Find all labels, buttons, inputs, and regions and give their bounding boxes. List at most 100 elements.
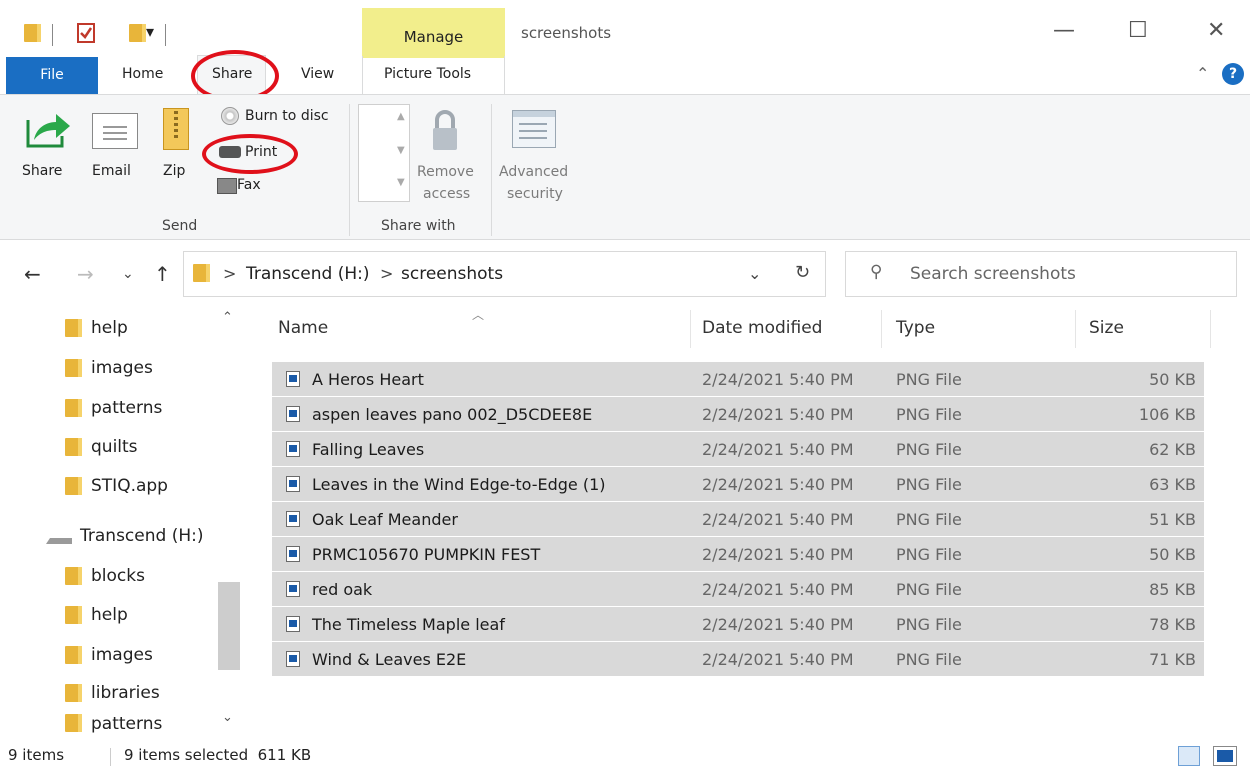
folder-icon [65,606,82,624]
nav-item-images[interactable]: images [55,637,153,673]
file-row[interactable]: A Heros Heart 2/24/2021 5:40 PM PNG File 50… [272,362,1204,396]
send-group-label: Send [162,218,198,234]
column-separator[interactable] [881,310,882,348]
advanced-security-label-2: security [507,186,563,202]
column-header-type[interactable]: Type [896,318,935,338]
properties-check-icon[interactable] [77,23,95,43]
breadcrumb-folder[interactable]: screenshots [401,264,503,284]
folder-icon [193,264,210,282]
png-file-icon [286,546,300,562]
column-separator[interactable] [690,310,691,348]
remove-access-label-2: access [423,186,471,202]
png-file-icon [286,616,300,632]
expand-icon[interactable]: ▼ [397,177,405,188]
folder-icon [65,359,82,377]
column-header-date[interactable]: Date modified [702,318,822,338]
close-button[interactable]: ✕ [1207,18,1225,43]
folder-icon [65,714,82,732]
tab-picture-tools[interactable]: Picture Tools [384,66,471,82]
new-folder-icon[interactable] [129,24,147,42]
scroll-up-icon[interactable]: ⌃ [222,310,233,325]
annotation-circle-print [202,134,298,174]
nav-item-transcend-drive[interactable]: Transcend (H:) [32,518,203,554]
column-separator[interactable] [1075,310,1076,348]
share-arrow-icon [24,106,72,154]
breadcrumb-separator: > [380,264,394,283]
breadcrumb-separator: > [223,264,237,283]
refresh-icon[interactable]: ↻ [795,262,810,283]
status-separator [110,748,111,766]
large-icons-view-icon[interactable] [1213,746,1237,766]
up-icon[interactable]: ↑ [154,262,171,286]
email-icon [92,113,138,149]
file-row[interactable]: red oak 2/24/2021 5:40 PM PNG File 85 KB [272,572,1204,606]
file-row[interactable]: Falling Leaves 2/24/2021 5:40 PM PNG File 6… [272,432,1204,466]
share-with-group-label: Share with [381,218,456,234]
back-icon[interactable]: ← [24,262,41,286]
email-button[interactable]: Email [92,163,131,179]
zip-button[interactable]: Zip [163,163,185,179]
nav-scrollbar-thumb[interactable] [218,582,240,670]
sort-ascending-icon: ︿ [472,308,485,322]
tab-file[interactable]: File [6,57,98,94]
collapse-ribbon-icon[interactable]: ⌃ [1196,64,1209,83]
tab-home[interactable]: Home [122,66,163,82]
forward-icon[interactable]: → [77,262,94,286]
breadcrumb-drive[interactable]: Transcend (H:) [246,264,369,284]
nav-item-blocks[interactable]: blocks [55,558,145,594]
file-row[interactable]: Wind & Leaves E2E 2/24/2021 5:40 PM PNG Fi… [272,642,1204,676]
group-separator [349,104,350,236]
column-header-name[interactable]: Name [278,318,328,338]
nav-item-libraries[interactable]: libraries [55,675,160,711]
file-row[interactable]: aspen leaves pano 002_D5CDEE8E 2/24/2021 … [272,397,1204,431]
burn-to-disc-button[interactable]: Burn to disc [245,108,329,124]
nav-item-help[interactable]: help [55,597,128,633]
quick-access-dropdown[interactable]: ▾ [146,22,154,41]
title-bar: ▾ Manage screenshots — ☐ ✕ [0,0,1250,58]
folder-icon [65,646,82,664]
column-separator[interactable] [1210,310,1211,348]
tab-view[interactable]: View [301,66,334,82]
folder-icon [65,399,82,417]
folder-icon [65,477,82,495]
scroll-down-icon[interactable]: ▼ [397,145,405,156]
column-header-size[interactable]: Size [1089,318,1124,338]
help-icon[interactable]: ? [1222,63,1244,85]
minimize-button[interactable]: — [1053,18,1075,43]
nav-item-patterns[interactable]: patterns [55,390,162,426]
group-separator [491,104,492,236]
share-with-list[interactable]: ▲ ▼ ▼ [358,104,410,202]
nav-item-quilts[interactable]: quilts [55,429,138,465]
png-file-icon [286,581,300,597]
disc-icon [221,107,239,125]
nav-item-stiq-app[interactable]: STIQ.app [55,468,168,504]
fax-icon [217,178,237,194]
nav-item-help[interactable]: help [55,310,128,346]
address-dropdown-icon[interactable]: ⌄ [748,264,761,283]
file-row[interactable]: The Timeless Maple leaf 2/24/2021 5:40 PM… [272,607,1204,641]
maximize-button[interactable]: ☐ [1128,18,1148,43]
png-file-icon [286,476,300,492]
file-row[interactable]: PRMC105670 PUMPKIN FEST 2/24/2021 5:40 PM… [272,537,1204,571]
advanced-security-icon [512,110,556,148]
png-file-icon [286,651,300,667]
scroll-up-icon[interactable]: ▲ [397,111,405,122]
remove-access-label-1: Remove [417,164,474,180]
details-view-icon[interactable] [1178,746,1200,766]
window-title: screenshots [521,24,612,42]
separator [165,24,166,46]
png-file-icon [286,371,300,387]
nav-item-images[interactable]: images [55,350,153,386]
nav-item-patterns[interactable]: patterns [55,714,162,734]
folder-icon [65,684,82,702]
scroll-down-icon[interactable]: ⌄ [222,710,233,725]
png-file-icon [286,441,300,457]
fax-button[interactable]: Fax [237,177,261,193]
recent-locations-icon[interactable]: ⌄ [122,266,134,282]
png-file-icon [286,511,300,527]
file-row[interactable]: Leaves in the Wind Edge-to-Edge (1) 2/24/… [272,467,1204,501]
file-row[interactable]: Oak Leaf Meander 2/24/2021 5:40 PM PNG Fil… [272,502,1204,536]
manage-tab-label[interactable]: Manage [362,28,505,46]
share-button[interactable]: Share [22,163,62,179]
folder-icon [65,319,82,337]
